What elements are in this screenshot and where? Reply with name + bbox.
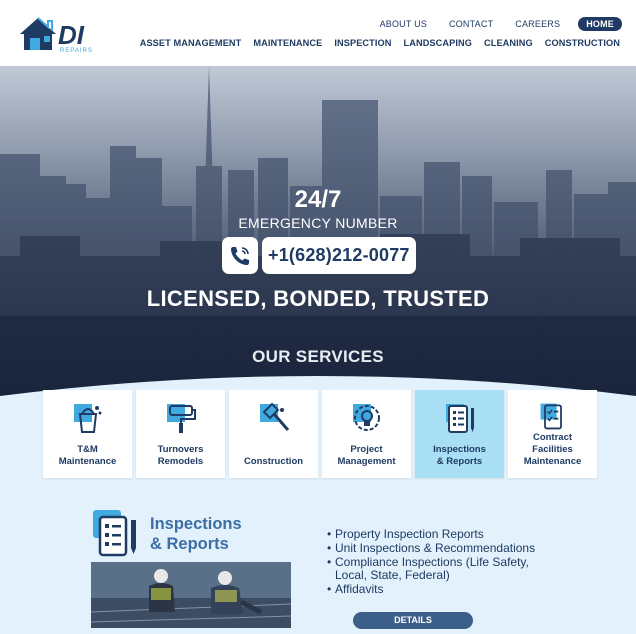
inspection-photo bbox=[91, 562, 291, 628]
top-nav-contact[interactable]: CONTACT bbox=[449, 19, 493, 29]
logo-subtext: REPAIRS bbox=[60, 48, 93, 54]
top-nav: ABOUT US CONTACT CAREERS HOME bbox=[358, 17, 622, 31]
detail-bullets: Property Inspection Reports Unit Inspect… bbox=[327, 528, 535, 597]
detail-title: Inspections & Reports bbox=[150, 514, 242, 554]
site-header: DI REPAIRS ABOUT US CONTACT CAREERS HOME… bbox=[0, 0, 636, 66]
hammer-icon bbox=[259, 402, 289, 431]
hours-label: 24/7 bbox=[294, 186, 342, 213]
main-nav-construction[interactable]: CONSTRUCTION bbox=[545, 38, 620, 48]
list-item: Compliance Inspections (Life Safety, Loc… bbox=[327, 556, 535, 582]
service-card-project-management[interactable]: Project Management bbox=[322, 390, 411, 478]
list-item: Affidavits bbox=[327, 583, 535, 597]
service-card-inspections-reports[interactable]: Inspections & Reports bbox=[415, 390, 504, 478]
paint-roller-icon bbox=[166, 404, 196, 433]
list-item: Property Inspection Reports bbox=[327, 528, 535, 542]
top-nav-careers[interactable]: CAREERS bbox=[515, 19, 560, 29]
top-nav-home[interactable]: HOME bbox=[578, 17, 622, 31]
clipboard-pen-icon bbox=[445, 404, 474, 433]
details-button[interactable]: DETAILS bbox=[353, 612, 473, 629]
service-label: Contract Facilities Maintenance bbox=[523, 432, 582, 467]
hero-banner: 24/7 EMERGENCY NUMBER +1(628)212-0077 LI… bbox=[0, 66, 636, 406]
main-nav: ASSET MANAGEMENT MAINTENANCE INSPECTION … bbox=[128, 38, 620, 48]
top-nav-about[interactable]: ABOUT US bbox=[380, 19, 427, 29]
service-card-construction[interactable]: Construction bbox=[229, 390, 318, 478]
service-cards: T&M Maintenance Turnovers Remodels Const… bbox=[43, 390, 597, 478]
service-label: T&M Maintenance bbox=[58, 444, 117, 467]
phone-number[interactable]: +1(628)212-0077 bbox=[262, 237, 416, 274]
main-nav-inspection[interactable]: INSPECTION bbox=[334, 38, 391, 48]
phone-icon[interactable] bbox=[222, 237, 258, 274]
tagline: LICENSED, BONDED, TRUSTED bbox=[146, 286, 490, 311]
list-item: Unit Inspections & Recommendations bbox=[327, 542, 535, 556]
service-label: Project Management bbox=[337, 444, 396, 467]
paint-bucket-icon bbox=[73, 404, 101, 433]
detail-title-line1: Inspections bbox=[150, 515, 242, 533]
detail-title-line2: & Reports bbox=[150, 535, 229, 553]
main-nav-landscaping[interactable]: LANDSCAPING bbox=[404, 38, 472, 48]
services-heading: OUR SERVICES bbox=[252, 347, 384, 366]
service-label: Turnovers Remodels bbox=[157, 444, 204, 467]
checklist-icon bbox=[540, 403, 562, 430]
di-repairs-logo[interactable]: DI REPAIRS bbox=[18, 14, 102, 54]
main-nav-cleaning[interactable]: CLEANING bbox=[484, 38, 533, 48]
logo-text: DI bbox=[58, 20, 85, 50]
phone-block[interactable]: +1(628)212-0077 bbox=[222, 237, 416, 274]
lightbulb-gear-icon bbox=[352, 404, 380, 431]
main-nav-asset-management[interactable]: ASSET MANAGEMENT bbox=[140, 38, 242, 48]
clipboard-pen-icon bbox=[93, 510, 136, 557]
service-card-turnovers-remodels[interactable]: Turnovers Remodels bbox=[136, 390, 225, 478]
emergency-label: EMERGENCY NUMBER bbox=[238, 215, 398, 231]
service-label: Inspections & Reports bbox=[433, 444, 486, 467]
service-label: Construction bbox=[243, 456, 304, 467]
service-card-contract-facilities[interactable]: Contract Facilities Maintenance bbox=[508, 390, 597, 478]
main-nav-maintenance[interactable]: MAINTENANCE bbox=[253, 38, 322, 48]
service-card-tm-maintenance[interactable]: T&M Maintenance bbox=[43, 390, 132, 478]
